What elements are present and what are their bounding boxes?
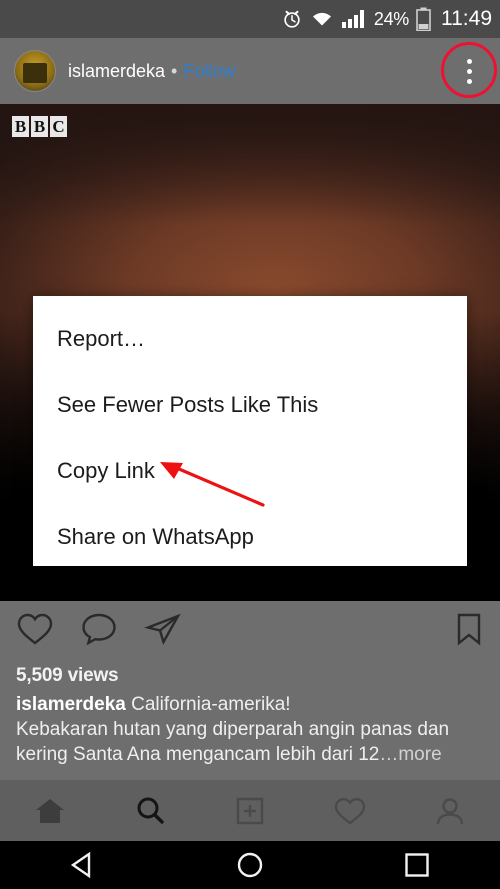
caption-text: islamerdeka California-amerika! Kebakara… (16, 692, 484, 767)
bbc-watermark: B B C (12, 116, 67, 137)
caption-more-link[interactable]: more (398, 744, 441, 765)
avatar[interactable] (14, 50, 56, 92)
separator-dot: • (171, 60, 178, 81)
caption-ellipsis: … (379, 744, 399, 765)
cellular-signal-icon (341, 9, 367, 29)
post-username[interactable]: islamerdeka (68, 61, 165, 82)
phone-screen: 24% 11:49 islamerdeka • Follow B B C 5,5… (0, 0, 500, 889)
bbc-letter: C (50, 116, 67, 137)
battery-percent: 24% (373, 8, 409, 29)
activity-heart-icon[interactable] (315, 795, 385, 827)
post-action-row (0, 601, 500, 657)
bbc-letter: B (12, 116, 29, 137)
comment-bubble-icon[interactable] (80, 611, 118, 647)
profile-person-icon[interactable] (415, 795, 485, 827)
bottom-navigation-bar (0, 779, 500, 841)
overflow-menu-icon[interactable] (452, 51, 486, 91)
dialog-option-see-fewer-posts[interactable]: See Fewer Posts Like This (33, 372, 467, 438)
caption-block: 5,509 views islamerdeka California-ameri… (0, 657, 500, 779)
caption-username[interactable]: islamerdeka (16, 694, 126, 715)
post-options-dialog: Report… See Fewer Posts Like This Copy L… (33, 296, 467, 566)
system-navigation-bar (0, 841, 500, 889)
dialog-option-copy-link[interactable]: Copy Link (33, 438, 467, 504)
status-clock: 11:49 (441, 7, 492, 30)
caption-line-1: California-amerika! (131, 694, 291, 715)
caption-line-3: kering Santa Ana mengancam lebih dari 12 (16, 744, 380, 765)
caption-line-2: Kebakaran hutan yang diperparah angin pa… (16, 719, 450, 740)
home-circle-icon[interactable] (205, 851, 295, 879)
status-bar: 24% 11:49 (0, 0, 500, 38)
heart-icon[interactable] (16, 611, 54, 647)
home-icon[interactable] (15, 795, 85, 827)
post-header: islamerdeka • Follow (0, 38, 500, 104)
follow-button[interactable]: Follow (183, 61, 235, 82)
alarm-clock-icon (281, 8, 303, 30)
view-count: 5,509 views (16, 665, 119, 686)
bbc-letter: B (31, 116, 48, 137)
back-triangle-icon[interactable] (38, 851, 128, 879)
dialog-option-share-on-whatsapp[interactable]: Share on WhatsApp (33, 504, 467, 570)
wifi-icon (310, 9, 334, 29)
dialog-option-report[interactable]: Report… (33, 306, 467, 372)
bookmark-icon[interactable] (454, 611, 484, 647)
add-post-icon[interactable] (215, 795, 285, 827)
direct-share-icon[interactable] (144, 611, 182, 647)
search-icon[interactable] (115, 795, 185, 827)
recents-square-icon[interactable] (372, 851, 462, 879)
battery-icon (416, 7, 431, 31)
